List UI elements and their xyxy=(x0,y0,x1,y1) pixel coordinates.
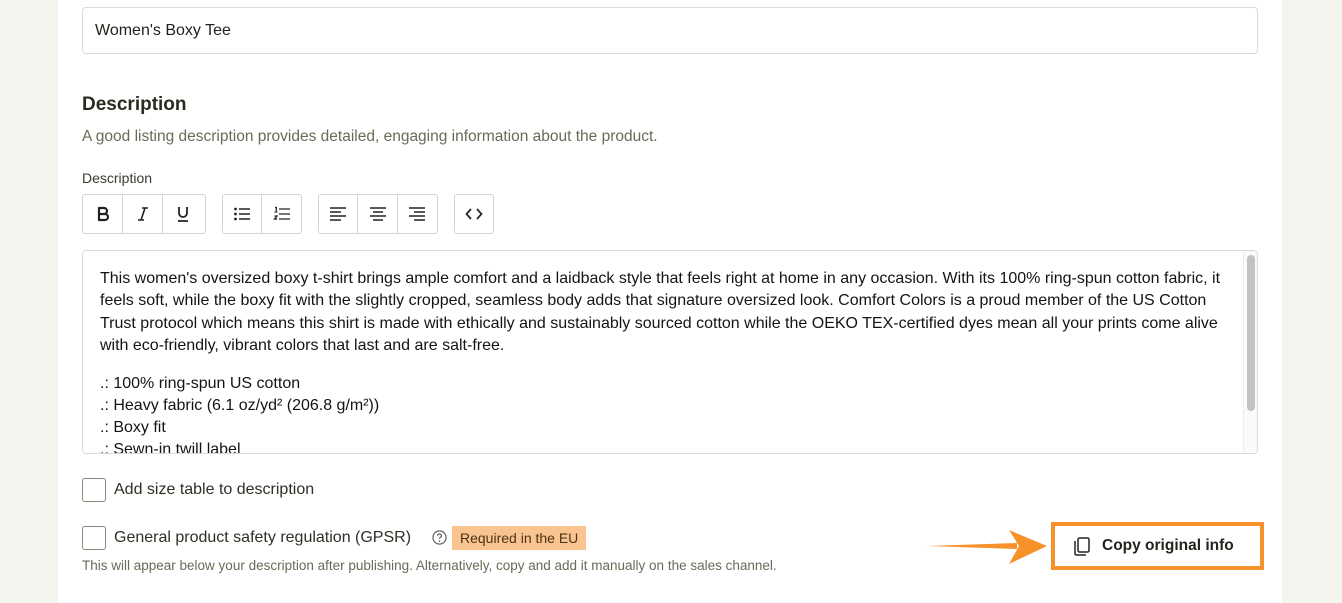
numbered-list-button[interactable] xyxy=(262,195,301,233)
bold-icon xyxy=(97,206,109,222)
gpsr-checkbox[interactable] xyxy=(82,526,106,550)
copy-button-label: Copy original info xyxy=(1102,537,1234,554)
eu-required-badge: Required in the EU xyxy=(452,526,587,550)
list-group xyxy=(222,194,302,234)
code-button[interactable] xyxy=(455,195,493,233)
code-icon xyxy=(465,208,483,220)
list-item: .: 100% ring-spun US cotton xyxy=(100,375,301,393)
gpsr-note: This will appear below your description … xyxy=(82,558,777,573)
feature-list: .: 100% ring-spun US cotton .: Heavy fab… xyxy=(100,373,1230,454)
align-left-button[interactable] xyxy=(319,195,359,233)
copy-original-info-button[interactable]: Copy original info xyxy=(1058,529,1257,563)
pointer-arrow-icon xyxy=(927,530,1047,564)
description-field-label: Description xyxy=(82,170,153,186)
italic-icon xyxy=(137,207,148,221)
text-format-group xyxy=(82,194,206,234)
description-subtext: A good listing description provides deta… xyxy=(82,128,658,145)
underline-button[interactable] xyxy=(163,195,203,233)
underline-icon xyxy=(178,207,188,222)
align-left-icon xyxy=(330,207,347,221)
product-title-input[interactable]: Women's Boxy Tee xyxy=(82,7,1258,54)
code-group xyxy=(454,194,494,234)
italic-button[interactable] xyxy=(123,195,163,233)
editor-scrollbar[interactable] xyxy=(1243,251,1257,453)
editor-content[interactable]: This women's oversized boxy t-shirt brin… xyxy=(100,268,1230,454)
product-title-value: Women's Boxy Tee xyxy=(95,21,231,39)
bullet-list-button[interactable] xyxy=(223,195,263,233)
description-editor[interactable]: This women's oversized boxy t-shirt brin… xyxy=(82,250,1258,454)
scrollbar-thumb[interactable] xyxy=(1247,255,1255,411)
align-right-icon xyxy=(409,207,426,221)
description-heading: Description xyxy=(82,94,187,115)
align-center-icon xyxy=(369,207,386,221)
description-paragraph: This women's oversized boxy t-shirt brin… xyxy=(100,270,1221,354)
size-table-label: Add size table to description xyxy=(114,481,315,498)
help-icon[interactable] xyxy=(432,530,447,545)
align-right-button[interactable] xyxy=(398,195,437,233)
list-item: .: Heavy fabric (6.1 oz/yd² (206.8 g/m²)… xyxy=(100,397,380,415)
bullet-list-icon xyxy=(234,207,250,221)
alignment-group xyxy=(318,194,438,234)
numbered-list-icon xyxy=(272,206,290,220)
bold-button[interactable] xyxy=(83,195,123,233)
list-item: .: Sewn-in twill label xyxy=(100,441,241,454)
size-table-checkbox[interactable] xyxy=(82,478,106,502)
copy-icon xyxy=(1074,537,1090,556)
list-item: .: Boxy fit xyxy=(100,419,166,437)
gpsr-label: General product safety regulation (GPSR) xyxy=(114,529,412,546)
align-center-button[interactable] xyxy=(358,195,398,233)
